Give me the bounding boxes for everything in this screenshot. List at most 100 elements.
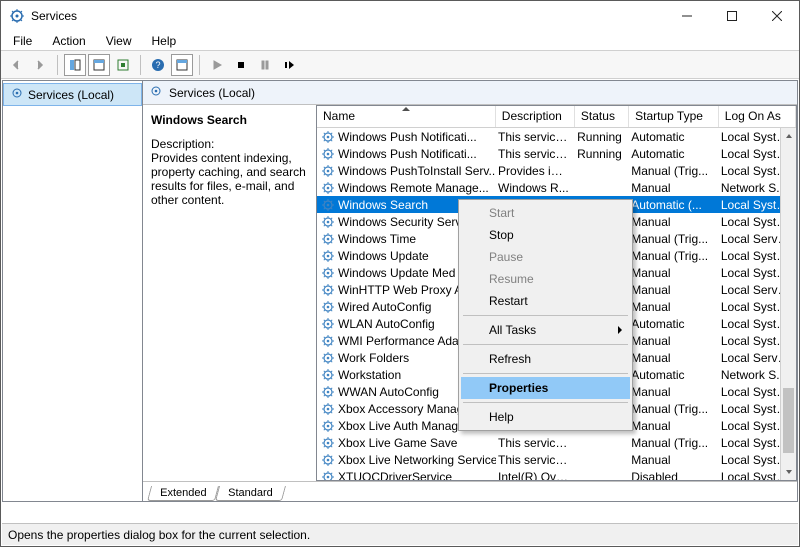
cell-name: Windows Search bbox=[338, 198, 428, 212]
list-header: Name Description Status Startup Type Log… bbox=[317, 106, 796, 128]
properties-button[interactable] bbox=[171, 54, 193, 76]
description-text: Provides content indexing, property cach… bbox=[151, 151, 308, 207]
cell-startup: Manual bbox=[629, 181, 719, 195]
cell-name: Windows PushToInstall Serv... bbox=[338, 164, 496, 178]
gear-icon bbox=[321, 317, 335, 331]
cell-description: This service ... bbox=[496, 453, 575, 467]
cell-startup: Automatic (... bbox=[629, 198, 719, 212]
cell-startup: Automatic bbox=[629, 147, 719, 161]
gear-icon bbox=[321, 198, 335, 212]
pause-service-button[interactable] bbox=[254, 54, 276, 76]
restart-service-button[interactable] bbox=[278, 54, 300, 76]
cell-startup: Manual (Trig... bbox=[629, 402, 719, 416]
cell-name: Wired AutoConfig bbox=[338, 300, 431, 314]
toolbar: ? bbox=[1, 51, 799, 79]
col-startup[interactable]: Startup Type bbox=[629, 106, 719, 127]
main-area: Services (Local) Services (Local) Window… bbox=[2, 80, 798, 502]
minimize-button[interactable] bbox=[664, 1, 709, 31]
col-status[interactable]: Status bbox=[575, 106, 629, 127]
cell-startup: Manual bbox=[629, 385, 719, 399]
forward-button[interactable] bbox=[29, 54, 51, 76]
services-icon bbox=[149, 84, 163, 101]
cell-startup: Manual bbox=[629, 334, 719, 348]
table-row[interactable]: Windows PushToInstall Serv...Provides in… bbox=[317, 162, 796, 179]
help-button[interactable]: ? bbox=[147, 54, 169, 76]
gear-icon bbox=[321, 385, 335, 399]
stop-service-button[interactable] bbox=[230, 54, 252, 76]
svg-text:?: ? bbox=[155, 60, 160, 70]
nav-services-local[interactable]: Services (Local) bbox=[3, 83, 142, 106]
gear-icon bbox=[321, 453, 335, 467]
cell-name: Windows Update Med bbox=[338, 266, 455, 280]
ctx-start[interactable]: Start bbox=[461, 202, 630, 224]
close-button[interactable] bbox=[754, 1, 799, 31]
cell-description: Provides inf... bbox=[496, 164, 575, 178]
scroll-thumb[interactable] bbox=[783, 388, 794, 453]
cell-name: Xbox Live Game Save bbox=[338, 436, 457, 450]
ctx-pause[interactable]: Pause bbox=[461, 246, 630, 268]
ctx-restart[interactable]: Restart bbox=[461, 290, 630, 312]
col-name[interactable]: Name bbox=[317, 106, 496, 127]
refresh-button[interactable] bbox=[112, 54, 134, 76]
cell-startup: Manual bbox=[629, 351, 719, 365]
table-row[interactable]: Windows Remote Manage...Windows R...Manu… bbox=[317, 179, 796, 196]
content-header: Services (Local) bbox=[143, 81, 797, 105]
services-icon bbox=[9, 8, 25, 24]
gear-icon bbox=[321, 283, 335, 297]
cell-startup: Manual bbox=[629, 300, 719, 314]
scroll-down-button[interactable] bbox=[781, 464, 796, 480]
vertical-scrollbar[interactable] bbox=[780, 128, 796, 480]
tab-extended[interactable]: Extended bbox=[147, 486, 220, 501]
ctx-help[interactable]: Help bbox=[461, 406, 630, 428]
export-list-button[interactable] bbox=[88, 54, 110, 76]
cell-name: WWAN AutoConfig bbox=[338, 385, 439, 399]
ctx-all-tasks[interactable]: All Tasks bbox=[461, 319, 630, 341]
menu-action[interactable]: Action bbox=[44, 32, 93, 50]
menu-file[interactable]: File bbox=[5, 32, 40, 50]
menu-help[interactable]: Help bbox=[144, 32, 185, 50]
cell-name: Work Folders bbox=[338, 351, 409, 365]
ctx-properties[interactable]: Properties bbox=[461, 377, 630, 399]
window-title: Services bbox=[31, 9, 77, 23]
ctx-stop[interactable]: Stop bbox=[461, 224, 630, 246]
table-row[interactable]: Xbox Live Game Save This service ... Manua… bbox=[317, 434, 796, 451]
cell-description: This service ... bbox=[496, 130, 575, 144]
col-logon[interactable]: Log On As bbox=[719, 106, 796, 127]
back-button[interactable] bbox=[5, 54, 27, 76]
scroll-up-button[interactable] bbox=[781, 128, 796, 144]
cell-name: Windows Push Notificati... bbox=[338, 130, 477, 144]
show-hide-tree-button[interactable] bbox=[64, 54, 86, 76]
gear-icon bbox=[321, 334, 335, 348]
cell-startup: Automatic bbox=[629, 317, 719, 331]
table-row[interactable]: Windows Push Notificati...This service .… bbox=[317, 145, 796, 162]
menubar: File Action View Help bbox=[1, 31, 799, 51]
cell-description: Intel(R) Ove... bbox=[496, 470, 575, 481]
gear-icon bbox=[321, 470, 335, 481]
cell-name: Windows Time bbox=[338, 232, 416, 246]
gear-icon bbox=[321, 266, 335, 280]
col-description[interactable]: Description bbox=[496, 106, 575, 127]
menu-view[interactable]: View bbox=[98, 32, 140, 50]
view-tabs: Extended Standard bbox=[143, 481, 797, 501]
cell-startup: Manual bbox=[629, 215, 719, 229]
cell-description: This service ... bbox=[496, 436, 575, 450]
cell-startup: Disabled bbox=[629, 470, 719, 481]
table-row[interactable]: Windows Push Notificati... This service .… bbox=[317, 128, 796, 145]
gear-icon bbox=[321, 232, 335, 246]
cell-description: Windows R... bbox=[496, 181, 575, 195]
cell-name: WinHTTP Web Proxy A bbox=[338, 283, 462, 297]
table-row[interactable]: XTUOCDriverServiceIntel(R) Ove...Disable… bbox=[317, 468, 796, 480]
ctx-refresh[interactable]: Refresh bbox=[461, 348, 630, 370]
tab-standard[interactable]: Standard bbox=[215, 486, 286, 501]
titlebar: Services bbox=[1, 1, 799, 31]
cell-startup: Manual (Trig... bbox=[629, 232, 719, 246]
ctx-resume[interactable]: Resume bbox=[461, 268, 630, 290]
cell-name: Windows Push Notificati... bbox=[338, 147, 477, 161]
cell-startup: Manual (Trig... bbox=[629, 436, 719, 450]
start-service-button[interactable] bbox=[206, 54, 228, 76]
cell-startup: Automatic bbox=[629, 130, 719, 144]
maximize-button[interactable] bbox=[709, 1, 754, 31]
gear-icon bbox=[321, 300, 335, 314]
gear-icon bbox=[321, 419, 335, 433]
table-row[interactable]: Xbox Live Networking ServiceThis service… bbox=[317, 451, 796, 468]
